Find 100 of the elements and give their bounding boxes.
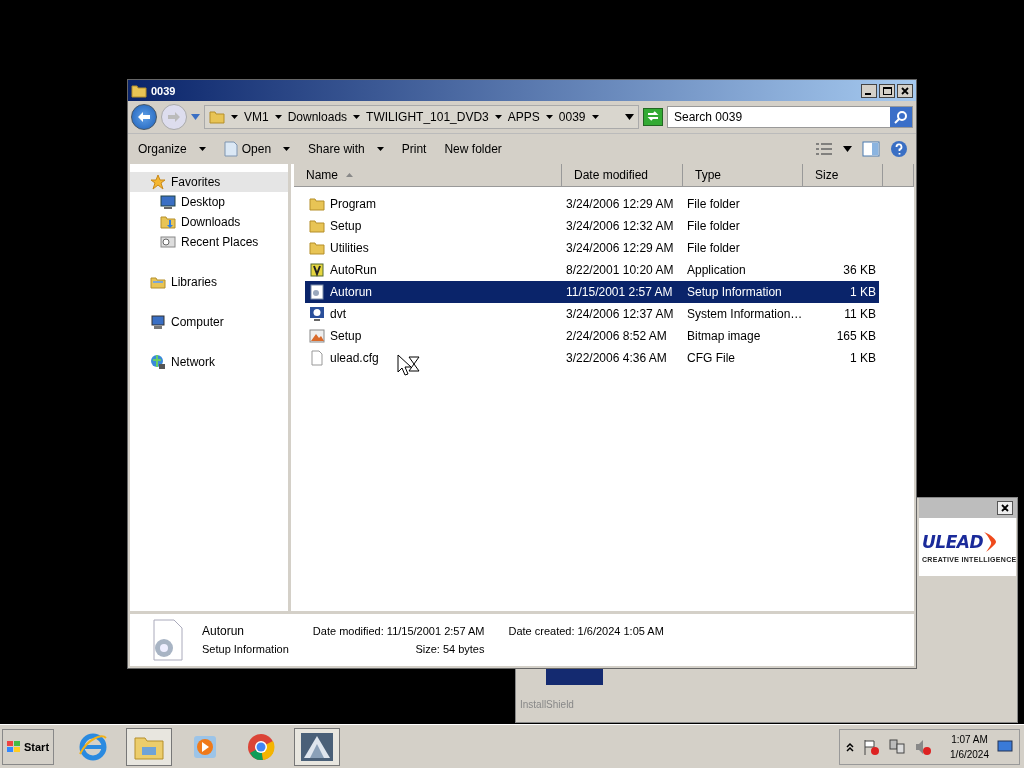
close-icon[interactable]	[901, 86, 909, 95]
installer-footer: InstallShield	[520, 699, 574, 710]
busy-cursor-icon	[397, 354, 421, 376]
column-header[interactable]: Date modified	[562, 164, 683, 186]
speaker-muted-icon[interactable]	[914, 738, 933, 756]
toolbar-button[interactable]: Print	[399, 140, 429, 158]
folder-icon	[309, 196, 325, 212]
breadcrumb-item[interactable]: 0039	[558, 110, 586, 124]
computer-icon	[150, 314, 166, 330]
date-cell-text: 2/24/2006 8:52 AM	[565, 329, 668, 343]
caret-icon[interactable]	[376, 147, 384, 151]
file-row[interactable]: Setup 3/24/2006 12:32 AM File folder	[305, 215, 879, 237]
type-cell-text: Application	[686, 263, 747, 277]
taskbar-app[interactable]	[294, 728, 340, 766]
four-squares-icon[interactable]	[6, 740, 22, 754]
taskbar-app[interactable]	[126, 728, 172, 766]
file-name: Program	[330, 197, 376, 211]
clock[interactable]: 1:07 AM 1/6/2024	[950, 732, 989, 762]
toolbar-button[interactable]: Organize	[136, 140, 208, 158]
breadcrumb-item[interactable]: Downloads	[287, 110, 348, 124]
breadcrumb-caret-icon[interactable]	[353, 115, 361, 119]
caret-icon[interactable]	[283, 147, 291, 151]
download-folder-icon	[160, 214, 176, 230]
file-name: AutoRun	[330, 263, 377, 277]
file-row[interactable]: AutoRun 8/22/2001 10:20 AM Application 36 KB	[305, 259, 879, 281]
column-header[interactable]: Type	[683, 164, 803, 186]
date-cell-text: 8/22/2001 10:20 AM	[565, 263, 675, 277]
nav-item[interactable]: Computer	[130, 312, 288, 332]
date-cell-text: 3/24/2006 12:29 AM	[565, 197, 675, 211]
file-name: Setup	[330, 219, 362, 233]
view-list-icon[interactable]	[815, 142, 833, 156]
type-cell-text: CFG File	[686, 351, 736, 365]
breadcrumb-item[interactable]: VM1	[244, 110, 269, 124]
column-header[interactable]: Size	[803, 164, 883, 186]
property-text: Date modified: 11/15/2001 2:57 AM	[312, 625, 485, 637]
nav-item[interactable]: Desktop	[130, 192, 288, 212]
size-cell-text: 1 KB	[849, 285, 877, 299]
toolbar-button[interactable]: New folder	[442, 140, 504, 158]
type-cell-text: File folder	[686, 197, 741, 211]
help-icon[interactable]	[890, 140, 908, 158]
flag-icon[interactable]	[862, 738, 881, 756]
file-row[interactable]: Utilities 3/24/2006 12:29 AM File folder	[305, 237, 879, 259]
nav-item[interactable]: Recent Places	[130, 232, 288, 252]
breadcrumb-caret-icon[interactable]	[545, 115, 553, 119]
refresh-button[interactable]	[643, 108, 663, 126]
breadcrumb-caret-icon[interactable]	[231, 115, 238, 119]
close-icon[interactable]	[1001, 504, 1009, 512]
breadcrumb-item[interactable]: APPS	[507, 110, 540, 124]
close-button[interactable]	[897, 83, 913, 98]
toolbar-button[interactable]: Share with	[306, 140, 386, 158]
folder-icon	[309, 218, 325, 234]
column-header[interactable]: Name	[306, 168, 338, 182]
breadcrumb-caret-icon[interactable]	[494, 115, 502, 119]
breadcrumb-item[interactable]: TWILIGHT_101_DVD3	[366, 110, 489, 124]
arrow-left-icon[interactable]	[137, 111, 151, 123]
file-row[interactable]: dvt 3/24/2006 12:37 AM System Information… 11 KB	[305, 303, 879, 325]
property-text: Date created: 1/6/2024 1:05 AM	[508, 625, 664, 637]
file-name: Setup	[330, 329, 362, 343]
nav-item[interactable]: Libraries	[130, 272, 288, 292]
show-desktop-icon[interactable]	[997, 740, 1013, 754]
history-caret-icon[interactable]	[191, 114, 200, 120]
folder-icon	[309, 240, 325, 256]
title-folder-icon	[131, 82, 147, 99]
file-row[interactable]: ulead.cfg 3/22/2006 4:36 AM CFG File 1 KB	[305, 347, 879, 369]
file-row[interactable]: Program 3/24/2006 12:29 AM File folder	[305, 193, 879, 215]
network-icon[interactable]	[888, 738, 907, 756]
file-name: Autorun	[330, 285, 373, 299]
minimize-button[interactable]	[861, 83, 877, 98]
back-button[interactable]	[131, 104, 157, 130]
size-cell-text: 11 KB	[843, 307, 877, 321]
address-folder-icon	[209, 109, 225, 125]
size-cell-text: 1 KB	[849, 351, 877, 365]
date-cell-text: 11/15/2001 2:57 AM	[565, 285, 674, 299]
size-cell-text: 165 KB	[835, 329, 877, 343]
breadcrumb-caret-icon[interactable]	[591, 115, 599, 119]
date-cell-text: 3/22/2006 4:36 AM	[565, 351, 668, 365]
dropdown-caret-icon[interactable]	[625, 114, 634, 120]
toolbar-button[interactable]: Open	[221, 139, 293, 159]
type-cell-text: Bitmap image	[686, 329, 762, 343]
nav-item[interactable]: Downloads	[130, 212, 288, 232]
caret-icon[interactable]	[198, 147, 206, 151]
address-bar[interactable]: VM1 Downloads TWILIGHT_101_DVD3 APPS 0039	[204, 105, 639, 129]
close-button[interactable]	[997, 501, 1013, 515]
view-caret-icon[interactable]	[843, 146, 852, 152]
start-button[interactable]: Start	[2, 729, 54, 765]
window-title: 0039	[151, 84, 177, 97]
file-row[interactable]: Autorun 11/15/2001 2:57 AM Setup Information 1 KB	[305, 281, 879, 303]
chrome-icon[interactable]	[246, 732, 276, 762]
installer-icon[interactable]	[300, 732, 334, 762]
brand-logo: ULEAD	[922, 532, 984, 552]
chevron-up-icon[interactable]	[846, 742, 855, 752]
type-cell-text: File folder	[686, 219, 741, 233]
refresh-arrows-icon[interactable]	[646, 109, 660, 122]
gear-document-icon	[309, 284, 325, 300]
breadcrumb-caret-icon[interactable]	[274, 115, 282, 119]
type-cell-text: System Information…	[686, 307, 803, 321]
file-row[interactable]: Setup 2/24/2006 8:52 AM Bitmap image 165 KB	[305, 325, 879, 347]
nav-item[interactable]: Favorites	[130, 172, 288, 192]
network-icon	[150, 354, 166, 370]
nav-item[interactable]: Network	[130, 352, 288, 372]
